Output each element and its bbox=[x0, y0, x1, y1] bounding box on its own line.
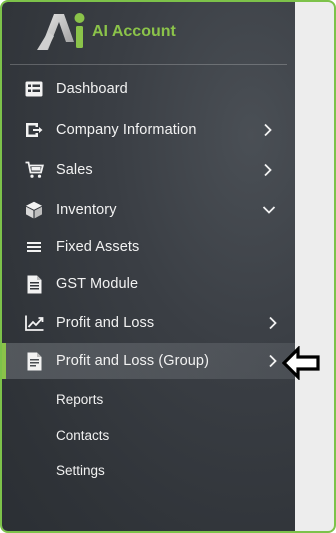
chevron-right-icon[interactable] bbox=[260, 122, 276, 138]
cart-icon bbox=[24, 160, 44, 180]
app-frame: AI Account Dashboard Company Information… bbox=[0, 0, 336, 533]
menu-item-label: GST Module bbox=[56, 276, 139, 292]
chevron-right-icon[interactable] bbox=[265, 315, 281, 331]
submenu-item-contacts[interactable]: Contacts bbox=[56, 423, 109, 447]
brand-name: AI Account bbox=[92, 23, 176, 40]
menu-item-profit-and-loss-group[interactable]: Profit and Loss (Group) bbox=[2, 343, 295, 379]
submenu-item-reports[interactable]: Reports bbox=[56, 387, 103, 411]
menu-item-gst-module[interactable]: GST Module bbox=[2, 267, 295, 301]
menu-item-inventory[interactable]: Inventory bbox=[2, 193, 295, 227]
menu-item-label: Inventory bbox=[56, 202, 117, 218]
menu-item-label: Dashboard bbox=[56, 81, 128, 97]
chevron-right-icon[interactable] bbox=[260, 162, 276, 178]
divider bbox=[10, 64, 287, 65]
chevron-right-icon[interactable] bbox=[265, 353, 281, 369]
document-icon bbox=[24, 351, 44, 371]
menu-item-profit-and-loss[interactable]: Profit and Loss bbox=[2, 306, 295, 340]
menu-item-label: Profit and Loss (Group) bbox=[56, 353, 210, 369]
menu-item-sales[interactable]: Sales bbox=[2, 153, 295, 187]
box-icon bbox=[24, 200, 44, 220]
document-icon bbox=[24, 274, 44, 294]
menu-item-fixed-assets[interactable]: Fixed Assets bbox=[2, 230, 295, 264]
left-arrow-icon bbox=[281, 345, 322, 381]
sidebar: AI Account Dashboard Company Information… bbox=[2, 2, 295, 531]
chart-icon bbox=[24, 313, 44, 333]
ai-logo-icon bbox=[34, 8, 90, 52]
submenu-item-settings[interactable]: Settings bbox=[56, 458, 105, 482]
menu-item-label: Profit and Loss bbox=[56, 315, 155, 331]
menu-item-dashboard[interactable]: Dashboard bbox=[2, 72, 295, 106]
menu-item-company-information[interactable]: Company Information bbox=[2, 113, 295, 147]
chevron-down-icon[interactable] bbox=[261, 202, 277, 218]
menu-item-label: Sales bbox=[56, 162, 93, 178]
list-icon bbox=[24, 237, 44, 257]
company-icon bbox=[24, 120, 44, 140]
menu-item-label: Fixed Assets bbox=[56, 239, 140, 255]
dashboard-icon bbox=[24, 79, 44, 99]
menu-item-label: Company Information bbox=[56, 122, 197, 138]
brand-logo[interactable]: AI Account bbox=[34, 8, 176, 52]
